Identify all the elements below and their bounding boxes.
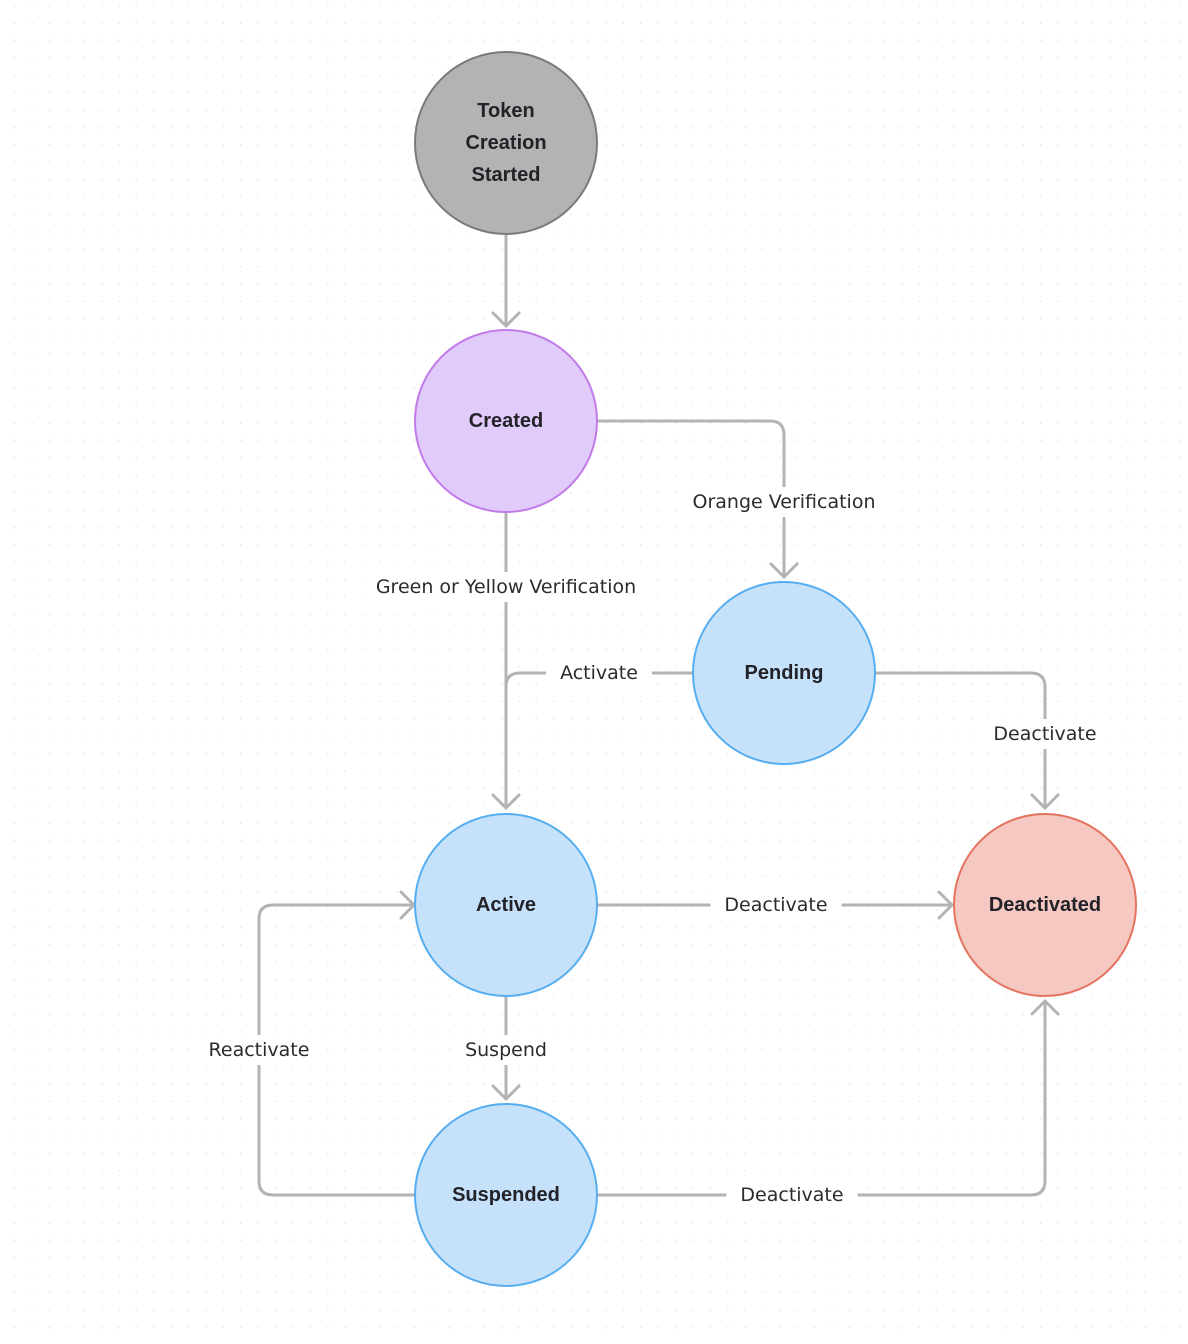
edge-label-suspended-active: Reactivate: [194, 1035, 324, 1065]
state-node-label: Pending: [745, 662, 824, 684]
edge-label-text: Green or Yellow Verification: [376, 576, 636, 598]
edge-label-created-pending: Orange Verification: [678, 487, 890, 517]
edges-layer: [257, 234, 1060, 1197]
state-node-label: Suspended: [452, 1184, 560, 1206]
edge-label-active-suspended: Suspend: [451, 1035, 561, 1065]
edge-label-text: Suspend: [465, 1039, 547, 1061]
edge-label-suspended-deactivated: Deactivate: [726, 1180, 858, 1210]
edge-label-pending-deactivated: Deactivate: [979, 719, 1111, 749]
state-node-label: Active: [476, 894, 536, 916]
edge-line[interactable]: [504, 671, 694, 810]
edge-label-created-active: Green or Yellow Verification: [361, 572, 651, 602]
edge-label-active-deactivated: Deactivate: [710, 890, 842, 920]
edge-start-created[interactable]: [491, 234, 521, 328]
state-node-pending[interactable]: Pending: [692, 581, 876, 765]
state-node-start[interactable]: Token Creation Started: [414, 51, 598, 235]
edge-label-text: Reactivate: [209, 1039, 310, 1061]
state-node-created[interactable]: Created: [414, 329, 598, 513]
state-node-deactivated[interactable]: Deactivated: [953, 813, 1137, 997]
state-node-active[interactable]: Active: [414, 813, 598, 997]
edge-label-pending-active: Activate: [546, 658, 652, 688]
diagram-canvas: Green or Yellow Verification Orange Verif…: [0, 0, 1188, 1344]
edge-pending-active[interactable]: [504, 671, 694, 810]
edge-label-text: Activate: [560, 662, 638, 684]
edge-suspended-deactivated[interactable]: [596, 999, 1060, 1197]
edge-label-text: Deactivate: [993, 723, 1096, 745]
nodes-layer: Token Creation Started Created Pending Active…: [414, 51, 1137, 1287]
state-node-suspended[interactable]: Suspended: [414, 1103, 598, 1287]
edge-label-text: Deactivate: [724, 894, 827, 916]
state-node-label: Created: [469, 410, 543, 432]
state-diagram: Green or Yellow Verification Orange Verif…: [194, 51, 1137, 1287]
edge-line[interactable]: [596, 999, 1047, 1197]
edge-label-text: Deactivate: [740, 1184, 843, 1206]
state-node-label: Creation: [465, 132, 546, 154]
state-node-label: Deactivated: [989, 894, 1101, 916]
state-node-label: Token: [477, 100, 534, 122]
state-node-label: Started: [472, 164, 541, 186]
edge-label-text: Orange Verification: [693, 491, 876, 513]
